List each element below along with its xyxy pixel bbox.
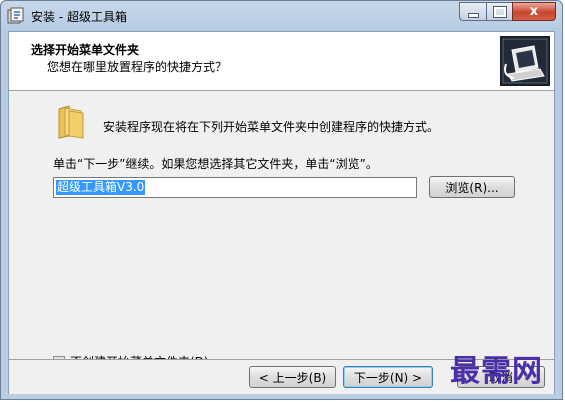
title-bar[interactable]: 安装 - 超级工具箱 x xyxy=(1,1,562,31)
window-title: 安装 - 超级工具箱 xyxy=(31,10,127,24)
back-button[interactable]: < 上一步(B) xyxy=(249,366,336,388)
maximize-button[interactable] xyxy=(486,2,512,21)
minimize-button[interactable] xyxy=(459,2,486,21)
computer-icon xyxy=(500,36,550,86)
start-menu-folder-input[interactable]: 超级工具箱V3.0 xyxy=(53,177,417,198)
browse-button[interactable]: 浏览(R)... xyxy=(429,176,515,198)
instruction-text: 单击“下一步”继续。如果您想选择其它文件夹，单击“浏览”。 xyxy=(53,157,378,171)
wizard-client-area: 选择开始菜单文件夹 您想在哪里放置程序的快捷方式？ 安装程序现在将在下列开始菜单… xyxy=(8,31,555,394)
wizard-header: 选择开始菜单文件夹 您想在哪里放置程序的快捷方式？ xyxy=(9,32,554,91)
setup-window: 安装 - 超级工具箱 x 选择开始菜单文件夹 您想在哪里放置程序的快捷方式？ 安… xyxy=(0,0,563,400)
folder-input-value: 超级工具箱V3.0 xyxy=(56,180,146,195)
page-subtitle: 您想在哪里放置程序的快捷方式？ xyxy=(47,60,228,74)
watermark-logo: 最需网 xyxy=(450,354,543,389)
close-icon: x xyxy=(529,4,539,19)
installer-app-icon xyxy=(7,7,24,24)
info-text: 安装程序现在将在下列开始菜单文件夹中创建程序的快捷方式。 xyxy=(103,120,440,134)
next-button[interactable]: 下一步(N) > xyxy=(343,366,433,388)
page-title: 选择开始菜单文件夹 xyxy=(31,43,140,57)
caption-buttons: x xyxy=(459,2,556,21)
folder-icon xyxy=(58,105,84,139)
close-button[interactable]: x xyxy=(512,2,556,21)
wizard-body: 安装程序现在将在下列开始菜单文件夹中创建程序的快捷方式。 单击“下一步”继续。如… xyxy=(9,91,554,369)
